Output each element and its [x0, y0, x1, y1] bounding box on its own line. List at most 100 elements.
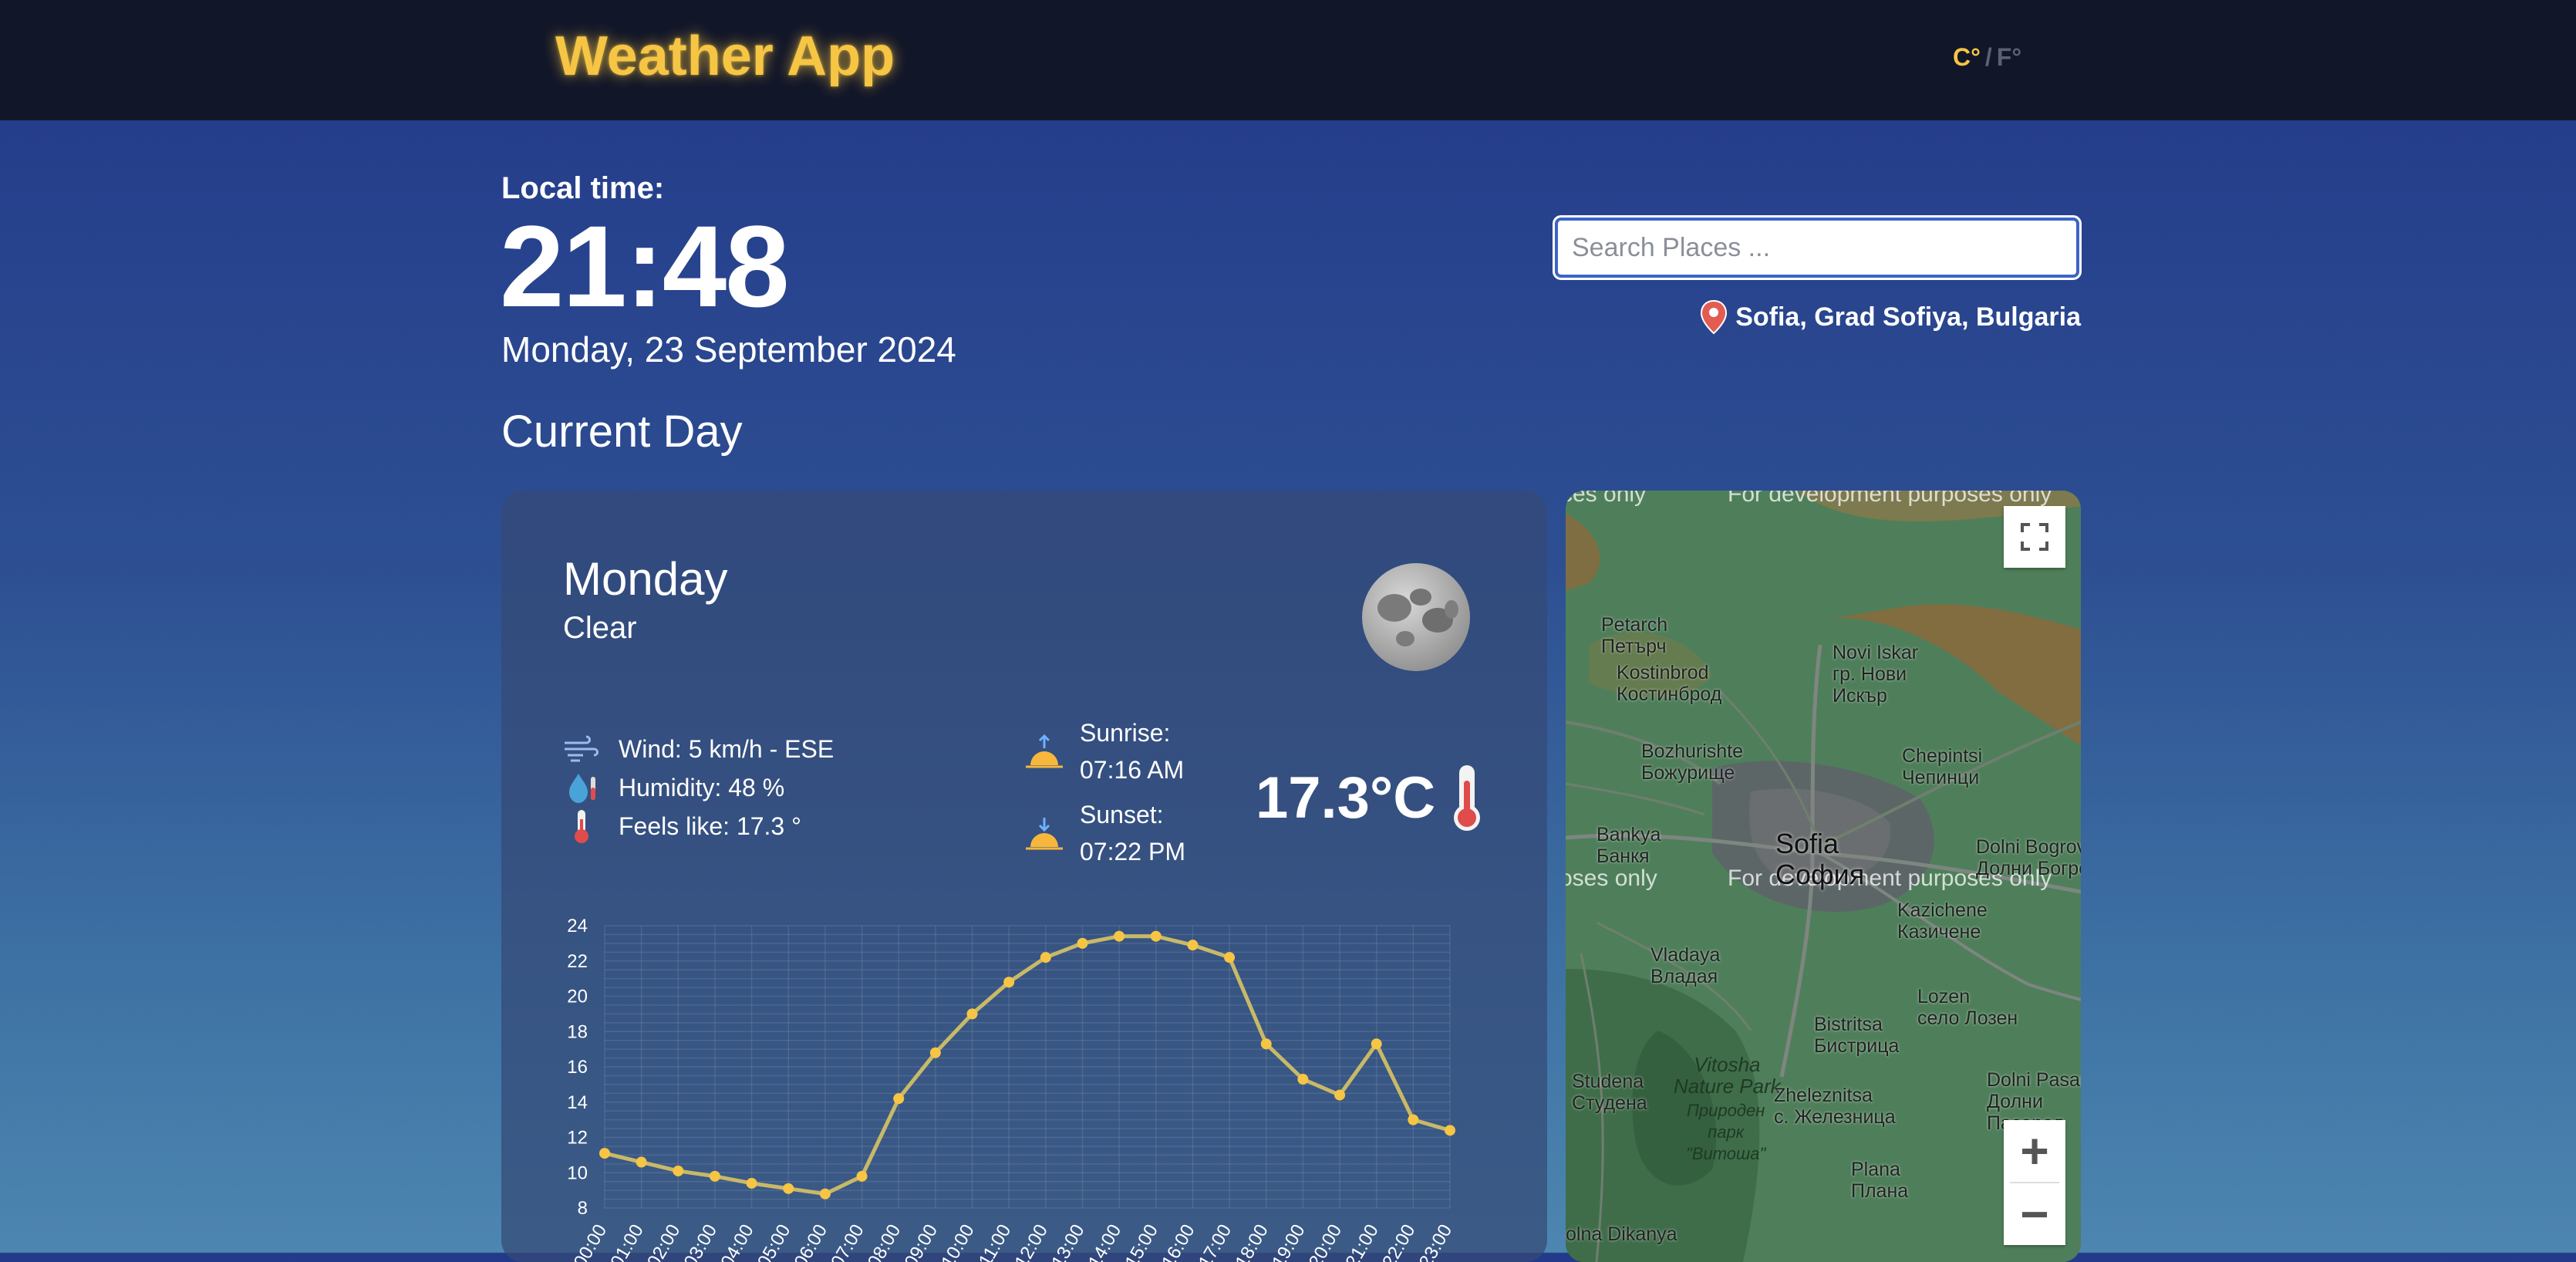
hourly-temperature-chart: 8 10 12 14 16 18 20 22 24 00:0001:0002:0003:0004:…: [567, 916, 1456, 1262]
day-condition: Clear: [563, 611, 637, 645]
map-label-bozhurishte: Bozhurishte Божурище: [1641, 741, 1744, 784]
sunrise-icon: [1026, 734, 1063, 768]
map-label-kazichene: Kazichene Казичене: [1897, 899, 1988, 943]
temperature-point: [1040, 952, 1051, 963]
x-tick-label: 09:00: [901, 1221, 942, 1262]
x-tick-label: 05:00: [754, 1221, 794, 1262]
top-bar: Weather App C° / F°: [0, 0, 2576, 120]
temperature-point: [966, 1008, 978, 1020]
y-tick-label: 24: [567, 916, 588, 936]
dev-notice-left: oses only: [1566, 866, 1657, 891]
x-tick-label: 23:00: [1415, 1221, 1456, 1262]
y-tick-label: 18: [567, 1021, 588, 1042]
x-tick-label: 00:00: [570, 1221, 611, 1262]
sunset-row: Sunset: 07:22 PM: [1023, 796, 1185, 870]
day-name: Monday: [563, 553, 728, 605]
x-tick-label: 18:00: [1232, 1221, 1273, 1262]
celsius-button[interactable]: C°: [1953, 43, 1981, 71]
map-label-petarch: Petarch Петърч: [1601, 614, 1668, 657]
x-tick-label: 06:00: [791, 1221, 831, 1262]
temperature-point: [709, 1170, 720, 1182]
x-tick-label: 19:00: [1268, 1221, 1309, 1262]
map-label-kostinbrod: Kostinbrod Костинброд: [1617, 662, 1722, 705]
x-tick-label: 11:00: [975, 1221, 1016, 1262]
map-label-vitosha-park-bg: Природен парк "Витоша": [1686, 1101, 1766, 1163]
y-tick-label: 16: [567, 1057, 588, 1078]
x-tick-label: 15:00: [1121, 1221, 1162, 1262]
temperature-point: [1408, 1114, 1419, 1125]
y-tick-label: 8: [578, 1198, 588, 1219]
feels-like-text: Feels like: 17.3 °: [619, 812, 801, 840]
x-tick-label: 16:00: [1158, 1221, 1199, 1262]
map-label-studena: Studena Студена: [1572, 1071, 1647, 1114]
sunrise-time: 07:16 AM: [1080, 756, 1185, 784]
temperature-point: [1297, 1074, 1309, 1085]
map-label-vladaya: Vladaya Владая: [1650, 944, 1721, 987]
zoom-out-button[interactable]: −: [2004, 1183, 2065, 1245]
map-label-bankya: Bankya Банкя: [1597, 824, 1661, 867]
search-input[interactable]: [1553, 215, 2082, 280]
thermometer-icon: [1454, 765, 1481, 831]
current-location: Sofia, Grad Sofiya, Bulgaria: [1700, 299, 2081, 335]
map-label-plana: Plana Плана: [1851, 1159, 1909, 1202]
fullscreen-button[interactable]: [2004, 506, 2065, 568]
x-tick-label: 21:00: [1341, 1221, 1382, 1262]
feels-like-stat: Feels like: 17.3 °: [563, 807, 834, 845]
weather-stats: Wind: 5 km/h - ESE Humidity: 48 % Feels …: [563, 730, 834, 845]
moon-icon: [1362, 563, 1470, 671]
x-tick-label: 04:00: [716, 1221, 757, 1262]
map-label-zheleznitsa: Zheleznitsa с. Железница: [1774, 1085, 1896, 1128]
x-tick-label: 14:00: [1084, 1221, 1125, 1262]
map-label-lozen: Lozen село Лозен: [1917, 986, 2018, 1029]
zoom-in-button[interactable]: +: [2004, 1120, 2065, 1182]
wind-text: Wind: 5 km/h - ESE: [619, 734, 835, 763]
temperature-point: [1114, 930, 1125, 942]
dev-notice-top-left: ces only: [1566, 491, 1647, 507]
location-map[interactable]: ces only For development purposes only o…: [1566, 491, 2081, 1262]
y-tick-label: 22: [567, 951, 588, 972]
unit-separator: /: [1984, 43, 1992, 71]
map-label-chepintsi: Chepintsi Чепинци: [1902, 745, 1983, 788]
map-label-vitosha-park: Vitosha Nature Park: [1674, 1053, 1781, 1098]
map-label-dolna-dikanya: olna Dikanya: [1566, 1223, 1677, 1245]
temperature-point: [1003, 977, 1015, 988]
fahrenheit-button[interactable]: F°: [1997, 43, 2021, 71]
local-date: Monday, 23 September 2024: [501, 329, 956, 369]
x-tick-label: 17:00: [1195, 1221, 1236, 1262]
x-tick-label: 22:00: [1378, 1221, 1419, 1262]
temperature-point: [1445, 1125, 1455, 1136]
fullscreen-icon: [2021, 523, 2048, 551]
temperature-point: [856, 1170, 868, 1182]
thermometer-small-icon: [563, 809, 600, 843]
x-tick-label: 01:00: [606, 1221, 647, 1262]
temperature-point: [1260, 1038, 1272, 1050]
section-title: Current Day: [501, 407, 743, 457]
temperature-point: [929, 1047, 941, 1058]
sunrise-row: Sunrise: 07:16 AM: [1023, 714, 1185, 788]
current-day-card: Monday Clear Wind: 5 km/h - ESE Humidity…: [501, 491, 1547, 1262]
humidity-icon: [563, 771, 600, 805]
temperature-point: [599, 1148, 610, 1159]
local-time: 21:48: [500, 201, 790, 331]
temperature-point: [1224, 952, 1236, 963]
y-tick-label: 12: [567, 1128, 588, 1149]
temperature-point: [1187, 940, 1199, 951]
temperature-point: [1371, 1038, 1382, 1050]
x-tick-label: 07:00: [827, 1221, 868, 1262]
temperature-point: [819, 1188, 831, 1200]
y-tick-label: 20: [567, 987, 588, 1007]
map-label-bistritsa: Bistritsa Бистрица: [1814, 1014, 1900, 1057]
wind-stat: Wind: 5 km/h - ESE: [563, 730, 834, 768]
temperature-point: [673, 1165, 684, 1176]
current-temperature: 17.3°C: [1256, 762, 1485, 833]
x-tick-label: 08:00: [864, 1221, 905, 1262]
dev-notice-top: For development purposes only: [1728, 491, 2052, 507]
temperature-value: 17.3°C: [1256, 764, 1436, 831]
x-tick-label: 13:00: [1047, 1221, 1088, 1262]
temperature-point: [636, 1156, 647, 1168]
humidity-stat: Humidity: 48 %: [563, 768, 834, 807]
temperature-point: [893, 1093, 905, 1105]
x-tick-label: 10:00: [937, 1221, 978, 1262]
x-tick-label: 12:00: [1011, 1221, 1052, 1262]
temperature-point: [746, 1177, 757, 1189]
